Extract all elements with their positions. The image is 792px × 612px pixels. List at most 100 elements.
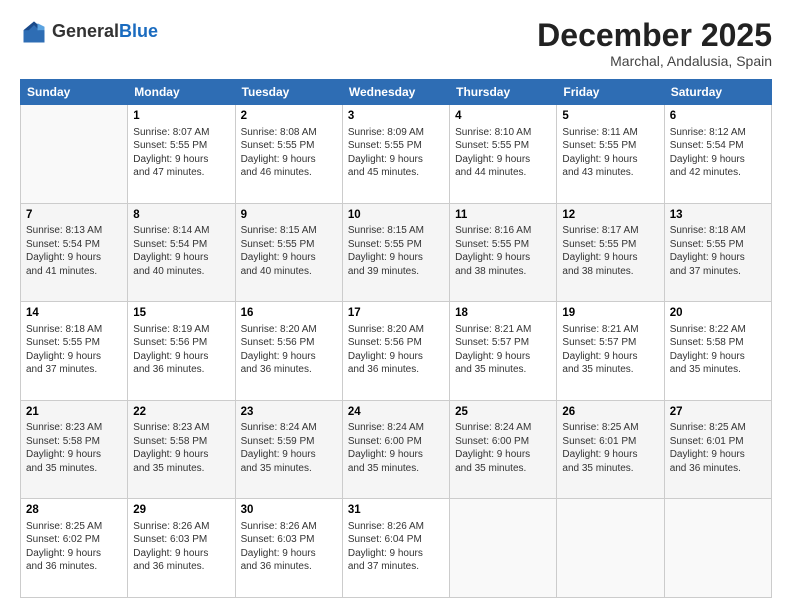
day-info: Sunrise: 8:26 AM Sunset: 6:03 PM Dayligh…	[133, 520, 229, 574]
day-info: Sunrise: 8:20 AM Sunset: 5:56 PM Dayligh…	[348, 323, 444, 377]
col-tuesday: Tuesday	[235, 80, 342, 105]
table-row: 17Sunrise: 8:20 AM Sunset: 5:56 PM Dayli…	[342, 302, 449, 401]
day-number: 21	[26, 405, 122, 421]
calendar-week-row: 14Sunrise: 8:18 AM Sunset: 5:55 PM Dayli…	[21, 302, 772, 401]
day-number: 19	[562, 306, 658, 322]
calendar-header-row: Sunday Monday Tuesday Wednesday Thursday…	[21, 80, 772, 105]
day-info: Sunrise: 8:15 AM Sunset: 5:55 PM Dayligh…	[241, 224, 337, 278]
day-number: 17	[348, 306, 444, 322]
table-row: 18Sunrise: 8:21 AM Sunset: 5:57 PM Dayli…	[450, 302, 557, 401]
day-info: Sunrise: 8:21 AM Sunset: 5:57 PM Dayligh…	[562, 323, 658, 377]
table-row: 20Sunrise: 8:22 AM Sunset: 5:58 PM Dayli…	[664, 302, 771, 401]
col-wednesday: Wednesday	[342, 80, 449, 105]
location: Marchal, Andalusia, Spain	[537, 53, 772, 69]
table-row: 30Sunrise: 8:26 AM Sunset: 6:03 PM Dayli…	[235, 499, 342, 598]
day-number: 14	[26, 306, 122, 322]
day-number: 30	[241, 503, 337, 519]
table-row: 28Sunrise: 8:25 AM Sunset: 6:02 PM Dayli…	[21, 499, 128, 598]
table-row	[664, 499, 771, 598]
day-info: Sunrise: 8:17 AM Sunset: 5:55 PM Dayligh…	[562, 224, 658, 278]
table-row: 31Sunrise: 8:26 AM Sunset: 6:04 PM Dayli…	[342, 499, 449, 598]
table-row: 13Sunrise: 8:18 AM Sunset: 5:55 PM Dayli…	[664, 203, 771, 302]
day-info: Sunrise: 8:24 AM Sunset: 6:00 PM Dayligh…	[348, 421, 444, 475]
table-row: 8Sunrise: 8:14 AM Sunset: 5:54 PM Daylig…	[128, 203, 235, 302]
month-title: December 2025	[537, 18, 772, 53]
day-number: 15	[133, 306, 229, 322]
logo-text: GeneralBlue	[52, 22, 158, 42]
title-area: December 2025 Marchal, Andalusia, Spain	[537, 18, 772, 69]
day-number: 28	[26, 503, 122, 519]
day-number: 2	[241, 109, 337, 125]
table-row: 5Sunrise: 8:11 AM Sunset: 5:55 PM Daylig…	[557, 105, 664, 204]
day-info: Sunrise: 8:18 AM Sunset: 5:55 PM Dayligh…	[26, 323, 122, 377]
day-number: 13	[670, 208, 766, 224]
day-number: 8	[133, 208, 229, 224]
day-info: Sunrise: 8:09 AM Sunset: 5:55 PM Dayligh…	[348, 126, 444, 180]
day-info: Sunrise: 8:10 AM Sunset: 5:55 PM Dayligh…	[455, 126, 551, 180]
day-info: Sunrise: 8:24 AM Sunset: 5:59 PM Dayligh…	[241, 421, 337, 475]
day-number: 16	[241, 306, 337, 322]
col-sunday: Sunday	[21, 80, 128, 105]
table-row: 23Sunrise: 8:24 AM Sunset: 5:59 PM Dayli…	[235, 400, 342, 499]
day-number: 29	[133, 503, 229, 519]
calendar-week-row: 1Sunrise: 8:07 AM Sunset: 5:55 PM Daylig…	[21, 105, 772, 204]
table-row	[450, 499, 557, 598]
table-row: 29Sunrise: 8:26 AM Sunset: 6:03 PM Dayli…	[128, 499, 235, 598]
table-row: 14Sunrise: 8:18 AM Sunset: 5:55 PM Dayli…	[21, 302, 128, 401]
logo-icon	[20, 18, 48, 46]
day-info: Sunrise: 8:08 AM Sunset: 5:55 PM Dayligh…	[241, 126, 337, 180]
table-row: 6Sunrise: 8:12 AM Sunset: 5:54 PM Daylig…	[664, 105, 771, 204]
table-row: 24Sunrise: 8:24 AM Sunset: 6:00 PM Dayli…	[342, 400, 449, 499]
col-thursday: Thursday	[450, 80, 557, 105]
table-row: 22Sunrise: 8:23 AM Sunset: 5:58 PM Dayli…	[128, 400, 235, 499]
day-number: 10	[348, 208, 444, 224]
table-row: 25Sunrise: 8:24 AM Sunset: 6:00 PM Dayli…	[450, 400, 557, 499]
day-info: Sunrise: 8:20 AM Sunset: 5:56 PM Dayligh…	[241, 323, 337, 377]
day-info: Sunrise: 8:19 AM Sunset: 5:56 PM Dayligh…	[133, 323, 229, 377]
day-info: Sunrise: 8:16 AM Sunset: 5:55 PM Dayligh…	[455, 224, 551, 278]
day-number: 25	[455, 405, 551, 421]
day-number: 9	[241, 208, 337, 224]
day-info: Sunrise: 8:23 AM Sunset: 5:58 PM Dayligh…	[133, 421, 229, 475]
day-info: Sunrise: 8:26 AM Sunset: 6:03 PM Dayligh…	[241, 520, 337, 574]
table-row: 11Sunrise: 8:16 AM Sunset: 5:55 PM Dayli…	[450, 203, 557, 302]
logo-general: General	[52, 21, 119, 41]
page: GeneralBlue December 2025 Marchal, Andal…	[0, 0, 792, 612]
calendar-week-row: 21Sunrise: 8:23 AM Sunset: 5:58 PM Dayli…	[21, 400, 772, 499]
day-info: Sunrise: 8:23 AM Sunset: 5:58 PM Dayligh…	[26, 421, 122, 475]
table-row: 16Sunrise: 8:20 AM Sunset: 5:56 PM Dayli…	[235, 302, 342, 401]
day-number: 31	[348, 503, 444, 519]
day-info: Sunrise: 8:14 AM Sunset: 5:54 PM Dayligh…	[133, 224, 229, 278]
day-number: 11	[455, 208, 551, 224]
table-row: 12Sunrise: 8:17 AM Sunset: 5:55 PM Dayli…	[557, 203, 664, 302]
calendar-week-row: 7Sunrise: 8:13 AM Sunset: 5:54 PM Daylig…	[21, 203, 772, 302]
table-row: 10Sunrise: 8:15 AM Sunset: 5:55 PM Dayli…	[342, 203, 449, 302]
table-row: 9Sunrise: 8:15 AM Sunset: 5:55 PM Daylig…	[235, 203, 342, 302]
table-row: 1Sunrise: 8:07 AM Sunset: 5:55 PM Daylig…	[128, 105, 235, 204]
day-info: Sunrise: 8:15 AM Sunset: 5:55 PM Dayligh…	[348, 224, 444, 278]
table-row: 4Sunrise: 8:10 AM Sunset: 5:55 PM Daylig…	[450, 105, 557, 204]
table-row: 21Sunrise: 8:23 AM Sunset: 5:58 PM Dayli…	[21, 400, 128, 499]
col-saturday: Saturday	[664, 80, 771, 105]
day-info: Sunrise: 8:07 AM Sunset: 5:55 PM Dayligh…	[133, 126, 229, 180]
col-friday: Friday	[557, 80, 664, 105]
day-number: 6	[670, 109, 766, 125]
calendar-week-row: 28Sunrise: 8:25 AM Sunset: 6:02 PM Dayli…	[21, 499, 772, 598]
day-number: 27	[670, 405, 766, 421]
col-monday: Monday	[128, 80, 235, 105]
table-row: 15Sunrise: 8:19 AM Sunset: 5:56 PM Dayli…	[128, 302, 235, 401]
day-number: 3	[348, 109, 444, 125]
header: GeneralBlue December 2025 Marchal, Andal…	[20, 18, 772, 69]
day-number: 5	[562, 109, 658, 125]
table-row: 19Sunrise: 8:21 AM Sunset: 5:57 PM Dayli…	[557, 302, 664, 401]
table-row: 27Sunrise: 8:25 AM Sunset: 6:01 PM Dayli…	[664, 400, 771, 499]
day-info: Sunrise: 8:22 AM Sunset: 5:58 PM Dayligh…	[670, 323, 766, 377]
day-number: 24	[348, 405, 444, 421]
day-number: 12	[562, 208, 658, 224]
day-info: Sunrise: 8:18 AM Sunset: 5:55 PM Dayligh…	[670, 224, 766, 278]
day-info: Sunrise: 8:25 AM Sunset: 6:01 PM Dayligh…	[670, 421, 766, 475]
day-number: 20	[670, 306, 766, 322]
day-info: Sunrise: 8:26 AM Sunset: 6:04 PM Dayligh…	[348, 520, 444, 574]
table-row	[557, 499, 664, 598]
day-info: Sunrise: 8:12 AM Sunset: 5:54 PM Dayligh…	[670, 126, 766, 180]
